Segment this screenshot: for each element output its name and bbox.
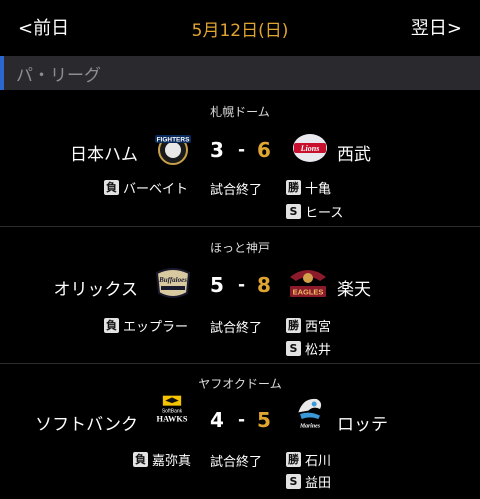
score-separator: - [238,275,246,295]
save-pitcher-row: S 益田 [286,472,331,491]
away-team-name: 西武 [337,145,371,165]
losing-pitcher-name: エップラー [123,320,189,335]
game-status: 試合終了 [210,321,263,336]
winning-pitcher-row: 勝石川 [286,450,331,469]
save-pitcher-name: 益田 [305,476,332,491]
losing-pitcher-name: バーベイト [123,182,189,197]
league-header: パ・リーグ [0,56,480,90]
lose-badge: 負 [104,180,119,195]
losing-pitcher-row: 負嘉弥真 [133,450,191,469]
home-team-name: ソフトバンク [35,415,138,435]
away-score: 6 [257,138,271,162]
eagles-logo-icon: EAGLES [290,270,326,297]
svg-text:EAGLES: EAGLES [293,288,324,297]
losing-pitcher-name: 嘉弥真 [152,454,192,469]
winning-pitcher-name: 石川 [305,454,332,469]
buffaloes-logo-icon: Buffaloes [155,268,191,298]
save-pitcher-row: S 松井 [286,339,331,358]
save-pitcher-name: ヒース [305,206,344,221]
game-status: 試合終了 [210,183,263,198]
winning-pitcher-row: 勝十亀 [286,178,331,197]
svg-text:FIGHTERS: FIGHTERS [157,137,191,144]
win-badge: 勝 [286,318,301,333]
save-badge: S [286,474,301,489]
venue-label: ほっと神戸 [209,241,270,255]
game-card[interactable]: ほっと神戸 オリックス Buffaloes 5 - 8 EAGLES 楽天 負エ… [0,227,480,364]
marines-logo-icon: Marines [298,398,322,429]
hawks-logo-icon: SoftBank HAWKS [156,395,188,424]
svg-text:HAWKS: HAWKS [156,415,187,424]
game-card[interactable]: 札幌ドーム 日本ハム FIGHTERS 3 - 6 Lions 西武 負バーベイ… [0,90,480,227]
venue-label: ヤフオクドーム [198,377,282,391]
winning-pitcher-name: 十亀 [305,182,332,197]
lose-badge: 負 [133,452,148,467]
save-badge: S [286,341,301,356]
losing-pitcher-row: 負バーベイト [104,178,188,197]
game-status: 試合終了 [210,455,263,470]
svg-text:Buffaloes: Buffaloes [158,276,187,284]
game-card[interactable]: ヤフオクドーム ソフトバンク SoftBank HAWKS 4 - 5 Mari… [0,364,480,499]
home-score: 5 [210,273,224,297]
away-score: 8 [257,273,271,297]
losing-pitcher-row: 負エップラー [104,316,188,335]
league-accent-bar [0,56,4,90]
away-team-name: ロッテ [337,415,388,435]
winning-pitcher-row: 勝西宮 [286,316,331,335]
league-name: パ・リーグ [16,65,101,86]
svg-text:Marines: Marines [299,423,321,429]
home-score: 4 [210,408,224,432]
fighters-logo-icon: FIGHTERS [155,135,191,165]
win-badge: 勝 [286,180,301,195]
home-score: 3 [210,138,224,162]
lions-logo-icon: Lions [293,134,327,162]
winning-pitcher-name: 西宮 [305,320,332,335]
away-team-name: 楽天 [337,280,371,300]
next-day-button[interactable]: 翌日> [411,14,462,40]
venue-label: 札幌ドーム [210,105,270,119]
away-score: 5 [257,408,271,432]
date-nav-bar: <前日 5月12日(日) 翌日> [0,0,480,56]
win-badge: 勝 [286,452,301,467]
score-separator: - [238,140,246,160]
lose-badge: 負 [104,318,119,333]
save-badge: S [286,204,301,219]
home-team-name: 日本ハム [70,145,138,165]
current-date-title: 5月12日(日) [191,21,289,41]
score-separator: - [238,410,246,430]
save-pitcher-name: 松井 [305,343,332,358]
svg-text:Lions: Lions [300,144,320,153]
home-team-name: オリックス [53,280,139,300]
save-pitcher-row: S ヒース [286,202,343,221]
svg-text:SoftBank: SoftBank [162,408,183,414]
